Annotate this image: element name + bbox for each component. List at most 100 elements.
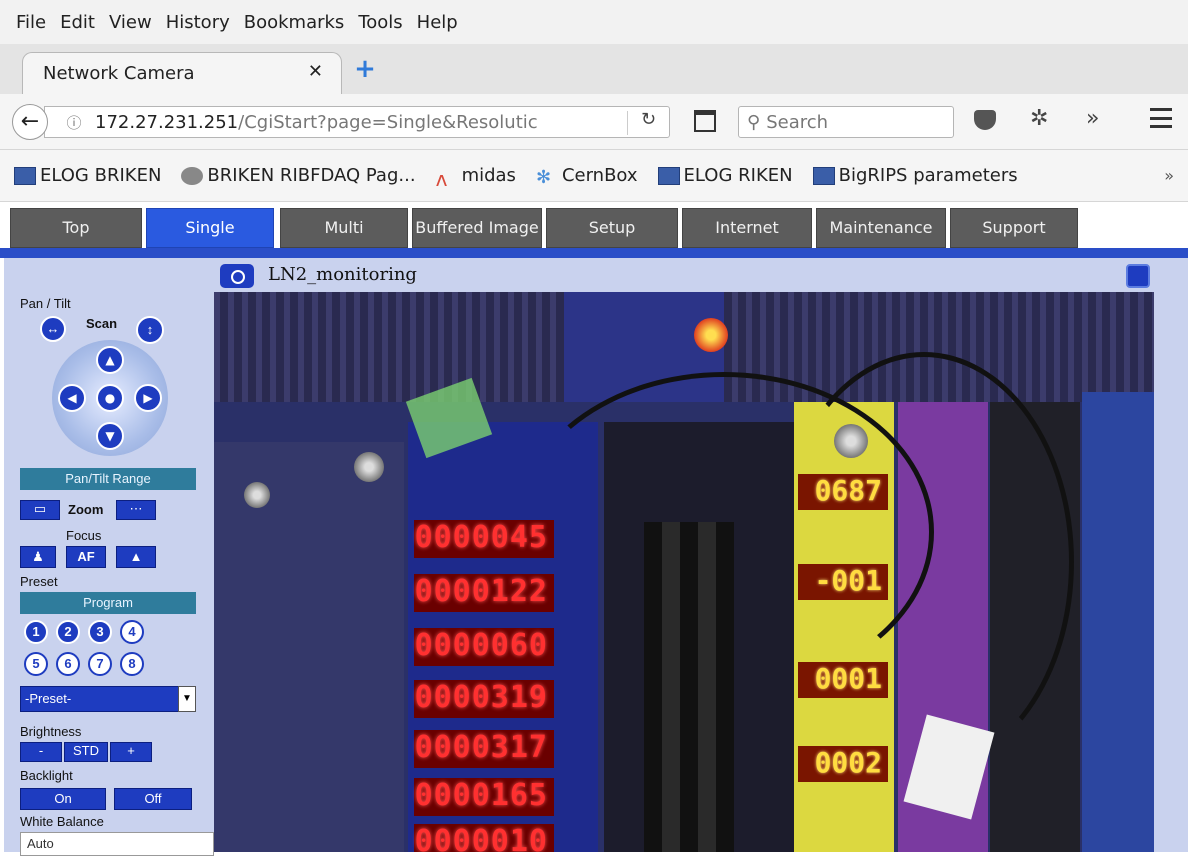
bookmark-midas[interactable]: ʌ midas <box>435 165 516 191</box>
knob <box>354 452 384 482</box>
camera-feed-image[interactable]: 0000045 0000122 0000060 0000319 0000317 … <box>214 292 1154 852</box>
url-bar[interactable]: ⓘ 172.27.231.251 /CgiStart?page=Single&R… <box>44 106 670 138</box>
preset-select[interactable]: -Preset- ▼ <box>20 686 196 712</box>
cernbox-icon: ✻ <box>535 166 552 188</box>
preset-8-button[interactable]: 8 <box>120 652 144 676</box>
nav-tab-multi[interactable]: Multi <box>280 208 408 248</box>
back-button-icon[interactable]: ← <box>12 104 48 140</box>
bookmark-cernbox[interactable]: ✻ CernBox <box>535 165 638 188</box>
bookmark-bigrips-parameters[interactable]: BigRIPS parameters <box>812 165 1018 186</box>
zoom-tele-icon[interactable]: ⋯ <box>116 500 156 520</box>
reload-icon[interactable]: ↻ <box>641 109 656 130</box>
bookmark-elog-riken[interactable]: ELOG RIKEN <box>657 165 793 186</box>
preset-5-button[interactable]: 5 <box>24 652 48 676</box>
window-icon[interactable] <box>694 110 716 132</box>
bookmark-label: midas <box>461 165 516 186</box>
focus-near-icon[interactable]: ♟ <box>20 546 56 568</box>
tab-strip: Network Camera ✕ + <box>0 44 1188 94</box>
navigation-bar: ⓘ 172.27.231.251 /CgiStart?page=Single&R… <box>0 94 1188 150</box>
pan-tilt-range-button[interactable]: Pan/Tilt Range <box>20 468 196 490</box>
snapshot-camera-icon[interactable] <box>220 264 254 288</box>
bookmarks-overflow-icon[interactable]: » <box>1164 166 1174 185</box>
scaler-readout-4: 0000319 <box>414 680 554 718</box>
blue-module-right <box>1082 392 1154 852</box>
nav-tab-internet[interactable]: Internet <box>682 208 812 248</box>
backlight-off-button[interactable]: Off <box>114 788 192 810</box>
program-button[interactable]: Program <box>20 592 196 614</box>
pan-tilt-dpad: ▲ ◀ ● ▶ ▼ <box>52 340 168 456</box>
nav-tab-buffered-image[interactable]: Buffered Image <box>412 208 542 248</box>
close-tab-icon[interactable]: ✕ <box>308 61 323 82</box>
nim-modules-left <box>214 442 404 852</box>
nav-tab-support[interactable]: Support <box>950 208 1078 248</box>
overflow-chevron-icon[interactable]: » <box>1086 106 1099 131</box>
menu-view[interactable]: View <box>109 12 152 33</box>
brightness-plus-button[interactable]: + <box>110 742 152 762</box>
menu-bookmarks[interactable]: Bookmarks <box>244 12 345 33</box>
white-balance-select[interactable]: Auto <box>20 832 214 856</box>
preset-1-button[interactable]: 1 <box>24 620 48 644</box>
bookmark-label: ELOG BRIKEN <box>40 165 162 186</box>
menu-tools[interactable]: Tools <box>358 12 402 33</box>
brightness-label: Brightness <box>20 724 82 739</box>
tilt-scan-icon[interactable]: ↕ <box>136 316 164 344</box>
preset-select-value: -Preset- <box>25 691 72 706</box>
tilt-down-icon[interactable]: ▼ <box>96 422 124 450</box>
camera-nav: Top Single Multi Buffered Image Setup In… <box>0 202 1188 250</box>
search-input[interactable]: ⚲ Search <box>738 106 954 138</box>
brightness-std-button[interactable]: STD <box>64 742 108 762</box>
pan-left-icon[interactable]: ◀ <box>58 384 86 412</box>
preset-3-button[interactable]: 3 <box>88 620 112 644</box>
menu-help[interactable]: Help <box>417 12 458 33</box>
backlight-on-button[interactable]: On <box>20 788 106 810</box>
nav-divider <box>0 248 1188 258</box>
elog-icon <box>657 166 680 185</box>
pan-scan-icon[interactable]: ↔ <box>40 316 66 342</box>
scaler-readout-3: 0000060 <box>414 628 554 666</box>
pan-right-icon[interactable]: ▶ <box>134 384 162 412</box>
focus-label: Focus <box>66 528 102 543</box>
menu-history[interactable]: History <box>166 12 230 33</box>
chevron-down-icon[interactable]: ▼ <box>178 686 196 712</box>
url-path: /CgiStart?page=Single&Resolutic <box>238 111 538 133</box>
hamburger-menu-icon[interactable] <box>1150 108 1172 128</box>
focus-far-icon[interactable]: ▲ <box>116 546 156 568</box>
new-tab-icon[interactable]: + <box>352 56 378 82</box>
zoom-label: Zoom <box>68 502 104 517</box>
bookmark-label: CernBox <box>561 165 638 186</box>
menu-edit[interactable]: Edit <box>60 12 95 33</box>
menu-file[interactable]: File <box>16 12 46 33</box>
nav-tab-setup[interactable]: Setup <box>546 208 678 248</box>
preset-6-button[interactable]: 6 <box>56 652 80 676</box>
preset-2-button[interactable]: 2 <box>56 620 80 644</box>
nav-tab-top[interactable]: Top <box>10 208 142 248</box>
url-separator <box>627 111 628 135</box>
info-icon[interactable]: ⓘ <box>59 112 89 133</box>
nav-tab-single[interactable]: Single <box>146 208 274 248</box>
pocket-icon[interactable] <box>974 110 996 130</box>
fullscreen-icon[interactable] <box>1126 264 1150 288</box>
white-balance-label: White Balance <box>20 814 104 829</box>
brightness-minus-button[interactable]: - <box>20 742 62 762</box>
home-position-icon[interactable]: ● <box>96 384 124 412</box>
browser-tab[interactable]: Network Camera ✕ <box>22 52 342 94</box>
control-panel: Pan / Tilt ↔ Scan ↕ ▲ ◀ ● ▶ ▼ Pan/Tilt R… <box>16 294 214 856</box>
knob <box>244 482 270 508</box>
autofocus-button[interactable]: AF <box>66 546 106 568</box>
bookmark-briken-ribfdaq[interactable]: BRIKEN RIBFDAQ Pag... <box>181 165 416 186</box>
tab-title: Network Camera <box>43 63 195 84</box>
midas-icon: ʌ <box>435 166 448 191</box>
preset-7-button[interactable]: 7 <box>88 652 112 676</box>
backlight-label: Backlight <box>20 768 73 783</box>
pan-tilt-label: Pan / Tilt <box>20 296 71 311</box>
tilt-up-icon[interactable]: ▲ <box>96 346 124 374</box>
scaler-readout-5: 0000317 <box>414 730 554 768</box>
bookmark-elog-briken[interactable]: ELOG BRIKEN <box>14 165 161 186</box>
scaler-readout-6: 0000165 <box>414 778 554 816</box>
zoom-wide-icon[interactable]: ▭ <box>20 500 60 520</box>
preset-label: Preset <box>20 574 58 589</box>
bookmarks-bar: ELOG BRIKEN BRIKEN RIBFDAQ Pag... ʌ mida… <box>0 150 1188 202</box>
nav-tab-maintenance[interactable]: Maintenance <box>816 208 946 248</box>
gear-icon[interactable]: ✲ <box>1030 106 1048 131</box>
preset-4-button[interactable]: 4 <box>120 620 144 644</box>
